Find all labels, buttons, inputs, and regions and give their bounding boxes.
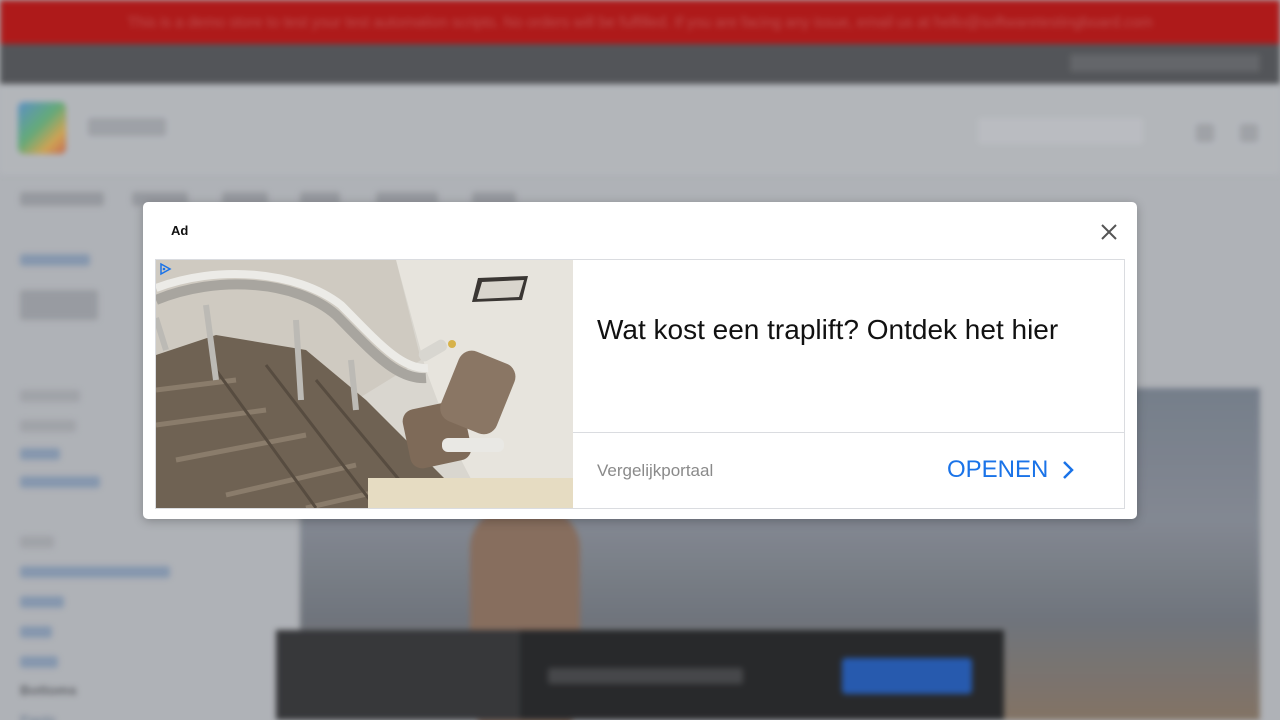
- advertiser-name[interactable]: Vergelijkportaal: [597, 461, 713, 481]
- adchoices-icon[interactable]: [158, 262, 172, 276]
- ad-modal: Ad Wat kost een traplift? Ontdek het hie…: [143, 202, 1137, 519]
- ad-label: Ad: [171, 223, 189, 238]
- open-button[interactable]: OPENEN: [947, 455, 1075, 485]
- close-icon: [1101, 224, 1117, 240]
- close-button[interactable]: [1095, 218, 1123, 246]
- ad-headline-area[interactable]: Wat kost een traplift? Ontdek het hier: [573, 260, 1124, 433]
- chevron-right-icon: [1063, 461, 1075, 479]
- ad-headline[interactable]: Wat kost een traplift? Ontdek het hier: [597, 313, 1067, 347]
- ad-footer: Vergelijkportaal OPENEN: [573, 433, 1124, 508]
- open-button-label: OPENEN: [947, 456, 1049, 483]
- ad-image[interactable]: [156, 260, 573, 508]
- stairlift-image: [156, 260, 573, 508]
- ad-card[interactable]: Wat kost een traplift? Ontdek het hier V…: [155, 259, 1125, 509]
